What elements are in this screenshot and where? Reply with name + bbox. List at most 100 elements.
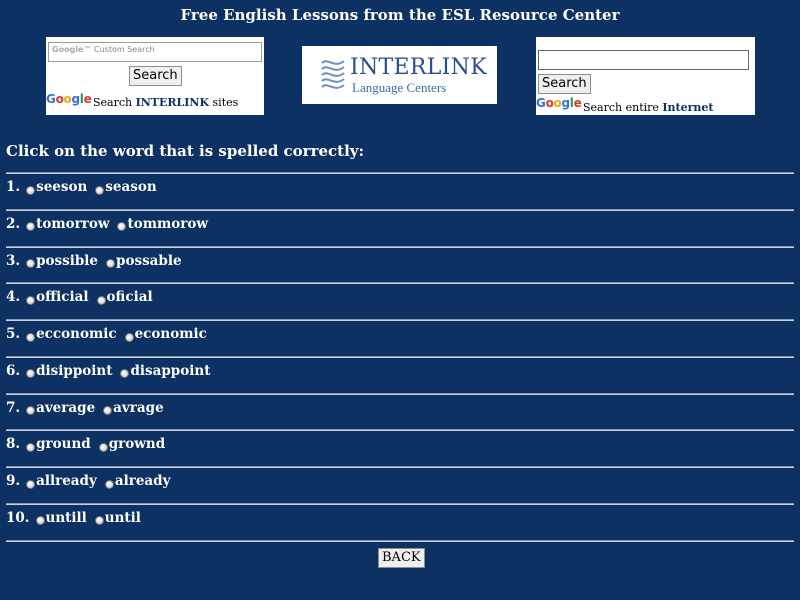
answer-label: tomorrow <box>36 215 110 232</box>
divider <box>6 355 794 358</box>
divider <box>6 429 794 432</box>
search-interlink-caption: Search INTERLINK sites <box>93 96 239 109</box>
question-number: 9. <box>6 473 21 489</box>
radio-button[interactable] <box>35 516 45 526</box>
answer-option[interactable]: tommorow <box>117 216 208 232</box>
answer-label: avrage <box>113 399 164 416</box>
radio-button[interactable] <box>106 259 116 268</box>
quiz-instruction: Click on the word that is spelled correc… <box>6 142 365 160</box>
radio-button[interactable] <box>117 222 127 232</box>
divider <box>6 172 794 174</box>
interlink-search-form: Google™ Custom Search Search Google Sear… <box>46 37 264 115</box>
radio-button[interactable] <box>26 442 36 452</box>
radio-button[interactable] <box>26 222 36 232</box>
answer-option[interactable]: disappoint <box>120 363 210 379</box>
radio-button[interactable] <box>120 369 130 379</box>
divider <box>6 245 794 248</box>
google-logo-icon: Google <box>46 92 92 106</box>
answer-label: possible <box>36 252 99 269</box>
answer-option[interactable]: grownd <box>98 436 165 452</box>
search-internet-caption: Search entire Internet <box>583 101 714 114</box>
answer-option[interactable]: already <box>104 473 171 489</box>
radio-button[interactable] <box>26 185 36 195</box>
answer-label: disippoint <box>36 362 113 379</box>
answer-option[interactable]: avrage <box>103 399 164 416</box>
radio-button[interactable] <box>26 332 36 342</box>
question-number: 6. <box>6 362 21 379</box>
answer-label: economic <box>134 326 207 342</box>
answer-option[interactable]: possible <box>26 253 98 269</box>
question-number: 2. <box>6 215 21 232</box>
answer-label: oficial <box>106 289 153 306</box>
interlink-wave-icon <box>321 60 345 89</box>
answer-label: untill <box>45 509 87 526</box>
radio-button[interactable] <box>98 442 108 452</box>
interlink-logo[interactable]: INTERLINK Language Centers <box>302 46 497 104</box>
answer-label: tommorow <box>127 215 209 232</box>
google-logo-icon: Google <box>536 96 582 110</box>
radio-button[interactable] <box>26 295 36 305</box>
answer-option[interactable]: economic <box>124 326 207 342</box>
quiz-question: 9. allready already <box>6 473 178 489</box>
question-number: 1. <box>6 179 21 195</box>
answer-option[interactable]: oficial <box>96 289 153 306</box>
answer-option[interactable]: ecconomic <box>26 326 117 342</box>
radio-button[interactable] <box>26 259 36 268</box>
radio-button[interactable] <box>26 406 36 415</box>
answer-label: possable <box>116 252 182 269</box>
answer-label: seeson <box>36 179 88 195</box>
answer-label: disappoint <box>130 362 211 379</box>
answer-label: ground <box>36 436 91 453</box>
custom-search-placeholder: Custom Search <box>94 45 155 54</box>
custom-search-input[interactable]: Google™ Custom Search <box>48 42 262 62</box>
divider <box>6 282 794 285</box>
quiz-question: 7. average avrage <box>6 400 172 416</box>
answer-label: official <box>36 289 89 306</box>
answer-option[interactable]: seeson <box>26 179 87 195</box>
answer-label: allready <box>36 473 97 489</box>
page-title: Free English Lessons from the ESL Resour… <box>180 6 620 24</box>
internet-search-form: Search Google Search entire Internet <box>536 37 755 115</box>
question-number: 8. <box>6 436 21 453</box>
quiz-question: 3. possible possable <box>6 253 190 269</box>
question-number: 5. <box>6 326 21 342</box>
answer-option[interactable]: until <box>94 509 141 526</box>
question-number: 7. <box>6 399 21 416</box>
answer-option[interactable]: season <box>95 179 157 195</box>
answer-option[interactable]: average <box>26 400 95 416</box>
radio-button[interactable] <box>124 332 134 342</box>
radio-button[interactable] <box>95 185 105 195</box>
answer-label: until <box>104 509 141 526</box>
radio-button[interactable] <box>26 369 36 379</box>
search-internet-button[interactable]: Search <box>538 74 591 94</box>
back-button[interactable]: BACK <box>378 548 425 568</box>
quiz-question: 10. untill until <box>6 510 149 526</box>
internet-search-input[interactable] <box>538 50 749 70</box>
quiz-question: 5. ecconomic economic <box>6 326 215 342</box>
answer-option[interactable]: tomorrow <box>26 216 109 232</box>
answer-option[interactable]: ground <box>26 436 91 452</box>
divider <box>6 539 794 542</box>
answer-option[interactable]: untill <box>35 509 87 526</box>
radio-button[interactable] <box>26 479 36 489</box>
radio-button[interactable] <box>94 516 104 526</box>
answer-option[interactable]: disippoint <box>26 363 112 379</box>
answer-label: already <box>114 473 171 489</box>
quiz-question: 6. disippoint disappoint <box>6 363 218 379</box>
divider <box>6 502 794 505</box>
google-placeholder-brand: Google™ <box>52 45 92 54</box>
quiz-question: 2. tomorrow tommorow <box>6 216 216 232</box>
answer-option[interactable]: official <box>26 289 89 306</box>
divider <box>6 319 794 321</box>
search-interlink-button[interactable]: Search <box>129 66 182 86</box>
logo-subtitle: Language Centers <box>352 79 447 95</box>
radio-button[interactable] <box>96 295 106 305</box>
divider <box>6 208 794 211</box>
radio-button[interactable] <box>104 479 114 489</box>
quiz-question: 1. seeson season <box>6 179 165 195</box>
radio-button[interactable] <box>103 406 113 415</box>
divider <box>6 466 794 468</box>
divider <box>6 392 794 395</box>
answer-option[interactable]: possable <box>106 253 182 269</box>
answer-option[interactable]: allready <box>26 473 97 489</box>
